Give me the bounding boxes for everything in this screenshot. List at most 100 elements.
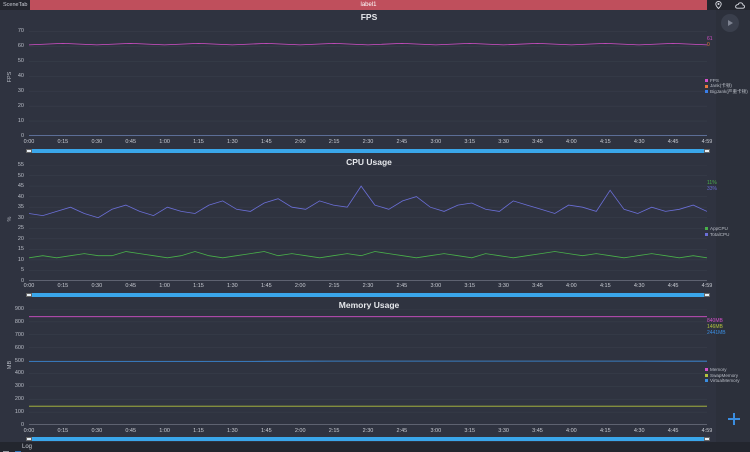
y-tick-label: 50	[17, 172, 24, 179]
x-tick-label: 4:30	[633, 428, 645, 434]
virtual-current-value: 2441MB	[707, 330, 726, 336]
y-tick-label: 5	[20, 267, 24, 274]
x-tick-label: 3:15	[464, 139, 476, 145]
x-tick-label: 0:00	[23, 139, 35, 145]
scene-tab[interactable]: SceneTab	[0, 0, 30, 10]
legend-item-virtualmemory[interactable]: VirtualMemory	[705, 378, 740, 384]
y-tick-label: 10	[17, 256, 24, 263]
cpu-scroll-handle-left[interactable]	[26, 293, 32, 297]
x-tick-label: 3:15	[464, 428, 476, 434]
x-tick-label: 0:30	[91, 139, 103, 145]
cpu-scroll-handle-right[interactable]	[704, 293, 710, 297]
x-tick-label: 4:45	[667, 283, 679, 289]
x-tick-label: 3:45	[532, 283, 543, 289]
bottom-bar	[0, 442, 750, 452]
x-tick-label: 0:45	[125, 139, 137, 145]
fps-timeline-scrollbar[interactable]	[26, 149, 710, 153]
x-tick-label: 0:30	[91, 283, 103, 289]
y-tick-label: 40	[17, 193, 24, 200]
x-tick-label: 1:45	[260, 139, 272, 145]
x-tick-label: 2:45	[396, 428, 408, 434]
fps-legend: FPS Jank(卡顿) BigJank(严重卡顿)	[705, 78, 748, 95]
y-tick-label: 30	[17, 88, 24, 95]
y-tick-label: 600	[14, 344, 24, 351]
y-tick-label: 35	[17, 204, 24, 211]
x-tick-label: 1:15	[193, 139, 204, 145]
fps-scroll-handle-right[interactable]	[704, 149, 710, 153]
x-tick-label: 4:30	[633, 139, 645, 145]
totalcpu-current-value: 33%	[707, 186, 718, 192]
memory-plot-area	[29, 309, 707, 425]
x-tick-label: 4:30	[633, 283, 645, 289]
cloud-icon[interactable]	[735, 1, 745, 9]
x-tick-label: 3:15	[464, 283, 476, 289]
memory-scroll-handle-right[interactable]	[704, 437, 710, 441]
log-tab-label[interactable]: Log	[22, 443, 32, 451]
y-tick-label: 70	[17, 28, 24, 35]
legend-item-swapmemory[interactable]: SwapMemory	[705, 373, 740, 379]
x-tick-label: 1:15	[193, 283, 204, 289]
legend-item-totalcpu[interactable]: TotalCPU	[705, 232, 729, 238]
x-tick-label: 4:15	[599, 283, 611, 289]
x-tick-label: 4:15	[599, 139, 611, 145]
memory-scroll-handle-left[interactable]	[26, 437, 32, 441]
play-button[interactable]	[721, 14, 739, 32]
x-tick-label: 3:30	[498, 283, 509, 289]
x-tick-label: 2:30	[362, 139, 374, 145]
log-icon	[15, 444, 21, 452]
x-tick-label: 0:00	[23, 283, 35, 289]
x-tick-label: 2:30	[362, 283, 374, 289]
add-icon[interactable]	[728, 412, 740, 430]
x-tick-label: 1:00	[159, 283, 170, 289]
x-tick-label: 4:45	[667, 139, 679, 145]
x-tick-label: 4:00	[566, 139, 577, 145]
x-tick-label: 0:15	[57, 139, 69, 145]
x-tick-label: 4:45	[667, 428, 679, 434]
play-icon	[728, 20, 733, 26]
y-tick-label: 0	[20, 278, 24, 284]
y-tick-label: 700	[14, 331, 24, 338]
series-line-virtualmemory	[29, 360, 707, 362]
x-tick-label: 2:00	[294, 139, 306, 145]
y-tick-label: 0	[20, 133, 24, 139]
cpu-timeline-scrollbar[interactable]	[26, 293, 710, 297]
y-tick-label: 30	[17, 214, 24, 221]
jank-current-value: 0	[707, 42, 710, 48]
x-tick-label: 4:59	[701, 283, 713, 289]
x-tick-label: 1:00	[159, 428, 170, 434]
y-tick-label: 100	[14, 409, 24, 416]
y-tick-label: 200	[14, 396, 24, 403]
y-tick-label: 300	[14, 383, 24, 390]
y-tick-label: 20	[17, 235, 24, 242]
expand-icon[interactable]	[3, 444, 9, 452]
x-tick-label: 4:00	[566, 283, 577, 289]
y-tick-label: 60	[17, 43, 24, 50]
legend-item-bigjank[interactable]: BigJank(严重卡顿)	[705, 89, 748, 95]
memory-timeline-scrollbar[interactable]	[26, 437, 710, 441]
fps-scroll-handle-left[interactable]	[26, 149, 32, 153]
x-tick-label: 1:15	[193, 428, 204, 434]
x-tick-label: 3:00	[430, 139, 442, 145]
x-tick-label: 3:45	[532, 139, 543, 145]
y-tick-label: 800	[14, 318, 24, 325]
cpu-plot-area	[29, 165, 707, 281]
y-tick-label: 45	[17, 183, 24, 190]
x-tick-label: 2:30	[362, 428, 374, 434]
y-tick-label: 20	[17, 103, 24, 110]
x-tick-label: 2:15	[328, 283, 340, 289]
x-tick-label: 2:15	[328, 139, 340, 145]
x-tick-label: 2:15	[328, 428, 340, 434]
label-tab[interactable]: label1	[30, 0, 707, 10]
x-tick-label: 2:45	[396, 139, 408, 145]
series-line-totalcpu	[29, 185, 707, 219]
y-tick-label: 500	[14, 357, 24, 364]
x-tick-label: 1:30	[227, 139, 238, 145]
y-tick-label: 900	[14, 306, 24, 312]
x-tick-label: 3:00	[430, 428, 442, 434]
location-icon[interactable]	[715, 1, 722, 9]
series-line-appcpu	[29, 251, 707, 259]
x-tick-label: 0:00	[23, 428, 35, 434]
y-tick-label: 25	[17, 225, 24, 232]
x-tick-label: 3:30	[498, 139, 509, 145]
y-tick-label: 40	[17, 73, 24, 80]
